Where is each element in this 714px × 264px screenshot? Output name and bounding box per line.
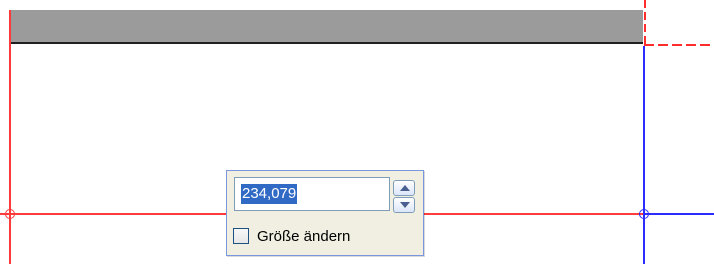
- drawing-canvas[interactable]: 234,079 Größe ändern: [0, 0, 714, 264]
- resize-checkbox-label: Größe ändern: [257, 228, 351, 245]
- chevron-down-icon: [400, 202, 410, 208]
- resize-checkbox-row[interactable]: Größe ändern: [233, 227, 417, 247]
- selected-shape-bar[interactable]: [10, 10, 643, 44]
- size-edit-popup: 234,079 Größe ändern: [226, 170, 424, 256]
- selected-size-value: 234,079: [241, 184, 298, 205]
- decrease-size-button[interactable]: [393, 197, 415, 213]
- left-resize-handle[interactable]: [5, 209, 15, 219]
- size-value-input[interactable]: 234,079: [234, 177, 390, 211]
- resize-checkbox[interactable]: [233, 228, 249, 244]
- increase-size-button[interactable]: [393, 180, 415, 196]
- red-dashed-vertical-guide: [644, 0, 646, 46]
- chevron-up-icon: [400, 185, 410, 191]
- red-vertical-guide: [9, 10, 11, 264]
- right-resize-handle[interactable]: [639, 209, 649, 219]
- size-spin-control: [393, 180, 416, 214]
- blue-horizontal-guide: [644, 213, 714, 215]
- blue-vertical-guide: [643, 46, 645, 264]
- red-dashed-horizontal-guide: [644, 44, 714, 46]
